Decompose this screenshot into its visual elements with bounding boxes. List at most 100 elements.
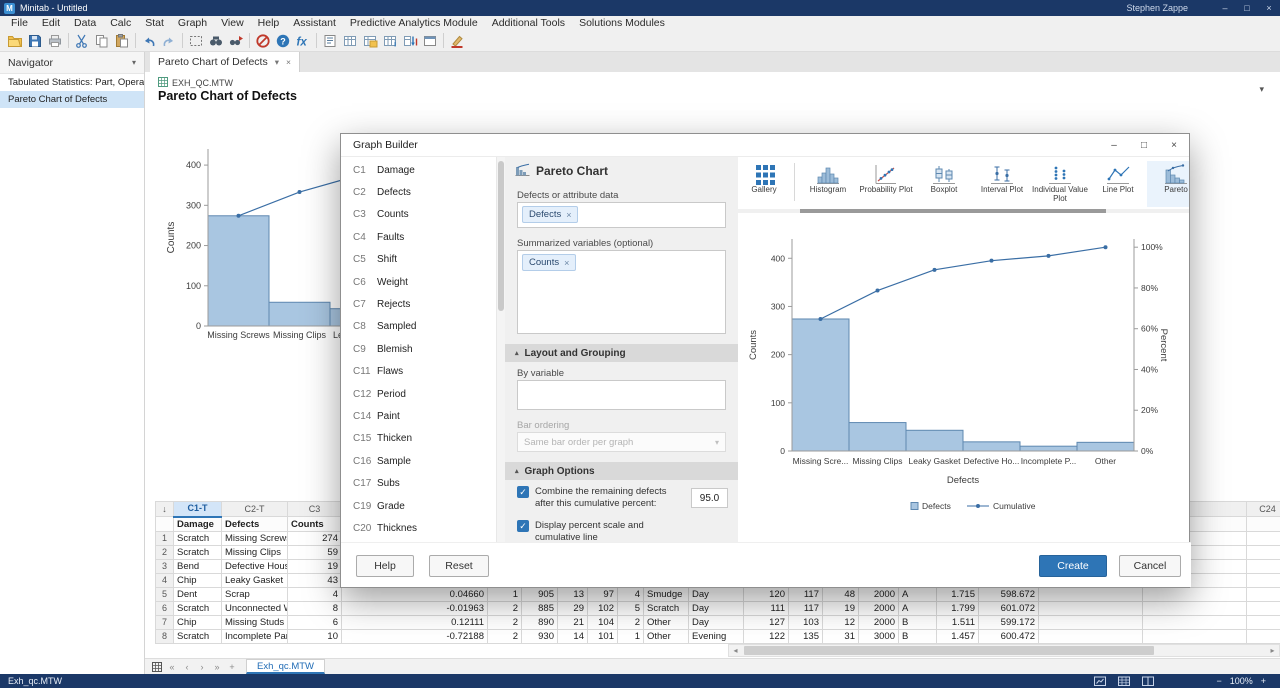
cell-r5c4[interactable]: 0.04660 <box>342 588 488 602</box>
section-layout-grouping[interactable]: ▴Layout and Grouping <box>505 344 738 362</box>
menu-additional-tools[interactable]: Additional Tools <box>485 17 572 29</box>
column-header-c1-t[interactable]: C1-T <box>174 502 222 517</box>
column-item-c20[interactable]: C20Thicknes <box>341 517 496 539</box>
column-item-c14[interactable]: C14Paint <box>341 405 496 427</box>
menu-graph[interactable]: Graph <box>171 17 214 29</box>
cell-r8c5[interactable]: 2 <box>488 630 522 644</box>
worksheet-hscrollbar[interactable]: ◂ ▸ <box>728 644 1280 657</box>
column-name-cell[interactable] <box>1247 517 1280 532</box>
column-list-scrollbar[interactable] <box>497 157 505 542</box>
chip-remove-icon[interactable]: × <box>566 210 571 220</box>
column-item-c11[interactable]: C11Flaws <box>341 361 496 383</box>
column-item-c19[interactable]: C19Grade <box>341 495 496 517</box>
help-button[interactable]: Help <box>356 555 414 577</box>
cell-r6c13[interactable]: 117 <box>789 602 823 616</box>
maximize-button[interactable]: □ <box>1236 3 1258 13</box>
cell-r5c12[interactable]: 120 <box>744 588 789 602</box>
show-session-icon[interactable] <box>320 32 340 50</box>
column-item-c16[interactable]: C16Sample <box>341 450 496 472</box>
redo-icon[interactable] <box>159 32 179 50</box>
manage-project-icon[interactable] <box>360 32 380 50</box>
cell-r6c9[interactable]: 5 <box>618 602 644 616</box>
cell-r5c15[interactable]: 2000 <box>859 588 899 602</box>
row-number[interactable]: 5 <box>156 588 174 602</box>
help-icon[interactable]: ? <box>273 32 293 50</box>
cell-r8c1[interactable]: Scratch <box>174 630 222 644</box>
cell-r7c11[interactable]: Day <box>689 616 744 630</box>
minimize-button[interactable]: – <box>1214 3 1236 13</box>
column-item-c15[interactable]: C15Thicken <box>341 428 496 450</box>
reset-button[interactable]: Reset <box>429 555 489 577</box>
column-header-c2-t[interactable]: C2-T <box>222 502 288 517</box>
cell-r7c13[interactable]: 103 <box>789 616 823 630</box>
print-icon[interactable] <box>45 32 65 50</box>
cell-r5c11[interactable]: Day <box>689 588 744 602</box>
cell-r7c14[interactable]: 12 <box>823 616 859 630</box>
cell-r8c3[interactable]: 10 <box>288 630 342 644</box>
cell-r7c12[interactable]: 127 <box>744 616 789 630</box>
copy-icon[interactable] <box>92 32 112 50</box>
cell-r5c6[interactable]: 905 <box>522 588 558 602</box>
cell-r6c12[interactable]: 111 <box>744 602 789 616</box>
cell-r7c10[interactable]: Other <box>644 616 689 630</box>
zoom-out-button[interactable]: − <box>1216 676 1221 686</box>
cell-r7c21[interactable] <box>1247 616 1280 630</box>
cell-r5c20[interactable] <box>1143 588 1247 602</box>
column-item-c7[interactable]: C7Rejects <box>341 293 496 315</box>
find-next-icon[interactable] <box>226 32 246 50</box>
row-number[interactable]: 6 <box>156 602 174 616</box>
cell-r8c20[interactable] <box>1143 630 1247 644</box>
menu-data[interactable]: Data <box>67 17 103 29</box>
column-name-cell[interactable]: Defects <box>222 517 288 532</box>
cell-r6c14[interactable]: 19 <box>823 602 859 616</box>
column-item-c8[interactable]: C8Sampled <box>341 316 496 338</box>
paste-icon[interactable] <box>112 32 132 50</box>
cell-r4c1[interactable]: Chip <box>174 574 222 588</box>
defects-chip[interactable]: Defects× <box>522 206 578 223</box>
column-item-c3[interactable]: C3Counts <box>341 204 496 226</box>
cell-r6c8[interactable]: 102 <box>588 602 618 616</box>
gallery-item-boxplot[interactable]: Boxplot <box>915 161 973 207</box>
open-project-icon[interactable] <box>5 32 25 50</box>
show-worksheets-icon[interactable] <box>340 32 360 50</box>
cell-r3c21[interactable] <box>1247 560 1280 574</box>
menu-predictive-analytics-module[interactable]: Predictive Analytics Module <box>343 17 485 29</box>
gallery-item-gallery[interactable]: Gallery <box>738 161 790 207</box>
scrollbar-thumb[interactable] <box>744 646 1154 655</box>
menu-help[interactable]: Help <box>251 17 287 29</box>
cell-r8c8[interactable]: 101 <box>588 630 618 644</box>
cell-r7c3[interactable]: 6 <box>288 616 342 630</box>
cell-r5c5[interactable]: 1 <box>488 588 522 602</box>
tab-menu-icon[interactable]: ▾ <box>275 57 279 68</box>
row-number[interactable]: 2 <box>156 546 174 560</box>
cell-r2c1[interactable]: Scratch <box>174 546 222 560</box>
status-split-view-icon[interactable] <box>1142 676 1154 687</box>
defects-field[interactable]: Defects× <box>517 202 726 228</box>
cell-r6c6[interactable]: 885 <box>522 602 558 616</box>
cell-r5c7[interactable]: 13 <box>558 588 588 602</box>
menu-view[interactable]: View <box>214 17 251 29</box>
cell-r6c17[interactable]: 1.799 <box>937 602 979 616</box>
column-info-icon[interactable]: i <box>380 32 400 50</box>
cell-r8c18[interactable]: 600.472 <box>979 630 1039 644</box>
cell-r2c21[interactable] <box>1247 546 1280 560</box>
cell-r8c14[interactable]: 31 <box>823 630 859 644</box>
cell-r4c3[interactable]: 43 <box>288 574 342 588</box>
row-number[interactable]: 3 <box>156 560 174 574</box>
cell-r6c3[interactable]: 8 <box>288 602 342 616</box>
menu-calc[interactable]: Calc <box>103 17 138 29</box>
gallery-item-histogram[interactable]: Histogram <box>799 161 857 207</box>
cell-r7c9[interactable]: 2 <box>618 616 644 630</box>
cell-r7c6[interactable]: 890 <box>522 616 558 630</box>
gallery-item-probability-plot[interactable]: Probability Plot <box>857 161 915 207</box>
dialog-minimize-button[interactable]: – <box>1099 134 1129 156</box>
counts-chip[interactable]: Counts× <box>522 254 576 271</box>
gallery-item-line-plot[interactable]: Line Plot <box>1089 161 1147 207</box>
cell-r6c11[interactable]: Day <box>689 602 744 616</box>
create-button[interactable]: Create <box>1039 555 1107 577</box>
cell-r8c2[interactable]: Incomplete Part <box>222 630 288 644</box>
column-item-c1[interactable]: C1Damage <box>341 159 496 181</box>
cumulative-percent-input[interactable]: 95.0 <box>691 488 728 508</box>
dialog-close-button[interactable]: × <box>1159 134 1189 156</box>
column-item-c12[interactable]: C12Period <box>341 383 496 405</box>
